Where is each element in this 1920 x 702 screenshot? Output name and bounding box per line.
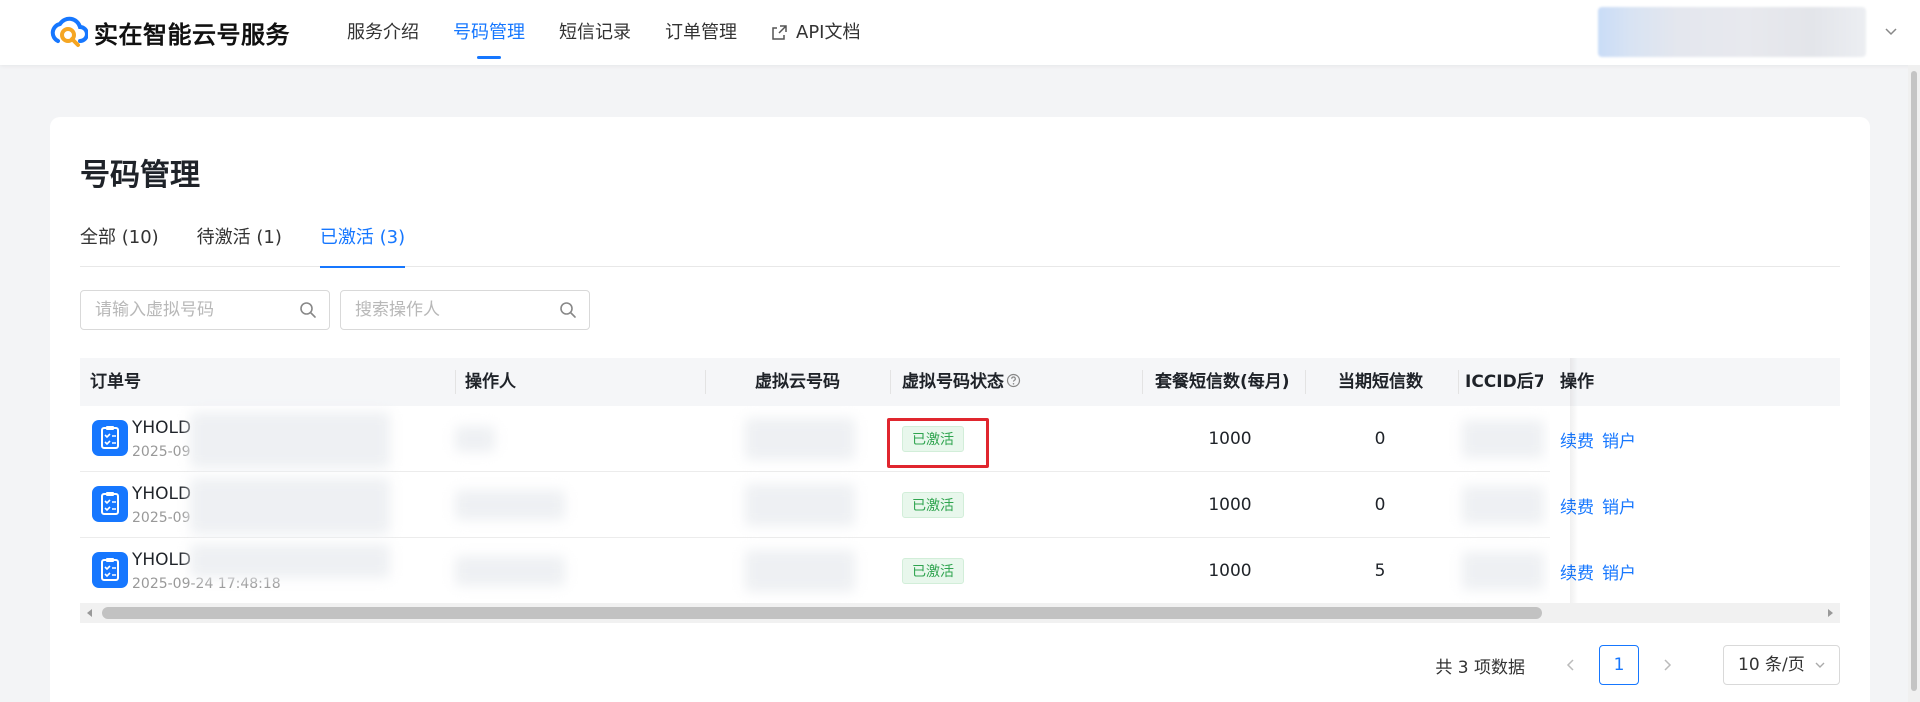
redacted-order-detail — [190, 412, 390, 468]
user-menu[interactable] — [1598, 7, 1897, 57]
order-time: 2025-09 — [132, 510, 191, 526]
cloud-logo-icon — [48, 15, 88, 49]
column-header-number-status: 虚拟号码状态 — [902, 358, 1082, 406]
user-info-redacted — [1598, 7, 1866, 57]
cancel-account-link[interactable]: 销户 — [1602, 427, 1636, 452]
order-clipboard-icon — [92, 420, 128, 456]
tab-pending[interactable]: 待激活 (1) — [197, 219, 282, 267]
column-header-current-sms: 当期短信数 — [1338, 372, 1423, 392]
scroll-left-arrow-icon[interactable] — [85, 608, 95, 618]
status-badge: 已激活 — [902, 492, 964, 518]
redacted-virtual-number — [745, 418, 855, 460]
page-number-current[interactable]: 1 — [1599, 645, 1639, 685]
column-header-iccid: ICCID后7位 — [1465, 372, 1543, 392]
order-number: YHOLD — [132, 550, 192, 570]
status-cell: 已激活 — [902, 538, 1102, 604]
current-sms-cell: 0 — [1374, 429, 1386, 449]
plan-sms-cell: 1000 — [1208, 429, 1252, 449]
column-header-virtual-number: 虚拟云号码 — [755, 372, 840, 392]
status-tabs: 全部 (10) 待激活 (1) 已激活 (3) — [80, 219, 1840, 268]
order-clipboard-icon — [92, 552, 128, 588]
tab-activated[interactable]: 已激活 (3) — [319, 219, 406, 268]
redacted-operator — [455, 426, 495, 452]
chevron-down-icon — [1813, 658, 1827, 672]
column-divider — [455, 370, 456, 394]
column-divider — [1305, 370, 1306, 394]
column-divider — [1142, 370, 1143, 394]
redacted-operator — [455, 490, 565, 520]
current-sms-cell: 5 — [1374, 561, 1386, 581]
column-divider — [1458, 370, 1459, 394]
external-link-icon — [771, 24, 788, 41]
redacted-iccid — [1462, 552, 1544, 590]
page-title: 号码管理 — [80, 158, 200, 193]
number-search-box — [80, 290, 330, 330]
order-time: 2025-09 — [132, 444, 191, 460]
fixed-column-shadow — [1570, 358, 1578, 604]
nav-item-service-intro[interactable]: 服务介绍 — [330, 0, 436, 65]
tab-all[interactable]: 全部 (10) — [80, 219, 159, 267]
status-cell: 已激活 — [902, 472, 1102, 538]
main-card: 号码管理 全部 (10) 待激活 (1) 已激活 (3) 订单号 操作人 虚拟云… — [50, 117, 1870, 702]
nav-item-api-docs[interactable]: API文档 — [754, 0, 877, 65]
table-horizontal-scrollbar[interactable] — [80, 603, 1840, 623]
scrollbar-thumb[interactable] — [102, 607, 1542, 619]
nav-item-sms-records[interactable]: 短信记录 — [542, 0, 648, 65]
next-page-icon[interactable] — [1651, 649, 1683, 681]
brand-logo[interactable]: 实在智能云号服务 — [48, 15, 290, 49]
chevron-down-icon — [1882, 22, 1900, 40]
main-nav: 服务介绍 号码管理 短信记录 订单管理 API文档 — [330, 0, 877, 65]
scroll-right-arrow-icon[interactable] — [1825, 608, 1835, 618]
nav-item-order-management[interactable]: 订单管理 — [648, 0, 754, 65]
column-header-operator: 操作人 — [465, 372, 516, 392]
redacted-iccid — [1462, 420, 1544, 458]
operator-search-box — [340, 290, 590, 330]
order-time: 2025-09-24 17:48:18 — [132, 576, 281, 592]
search-icon[interactable] — [299, 301, 317, 319]
column-divider — [890, 370, 891, 394]
redacted-operator — [455, 556, 565, 586]
brand-name: 实在智能云号服务 — [94, 20, 290, 49]
plan-sms-cell: 1000 — [1208, 561, 1252, 581]
plan-sms-cell: 1000 — [1208, 495, 1252, 515]
redacted-order-detail — [190, 544, 390, 578]
total-count: 共 3 项数据 — [1435, 657, 1525, 678]
help-circle-icon[interactable] — [1006, 373, 1021, 388]
status-cell: 已激活 — [902, 406, 1102, 472]
order-number: YHOLD — [132, 418, 192, 438]
cancel-account-link[interactable]: 销户 — [1602, 493, 1636, 518]
current-sms-cell: 0 — [1374, 495, 1386, 515]
page-vertical-scrollbar[interactable] — [1908, 65, 1920, 702]
status-badge: 已激活 — [902, 426, 964, 452]
number-search-input[interactable] — [95, 291, 295, 329]
page-size-value: 10 条/页 — [1738, 655, 1805, 675]
order-cell: YHOLD 2025-09 — [80, 406, 450, 472]
actions-cell: 续费 销户 — [1550, 538, 1840, 604]
column-header-order-no: 订单号 — [90, 372, 141, 392]
numbers-table: 订单号 操作人 虚拟云号码 虚拟号码状态 套餐短信数(每月) 当期短信数 ICC… — [80, 358, 1840, 628]
page-size-select[interactable]: 10 条/页 — [1723, 645, 1840, 685]
order-cell: YHOLD 2025-09-24 17:48:18 — [80, 538, 450, 604]
nav-item-number-management[interactable]: 号码管理 — [436, 0, 542, 65]
search-icon[interactable] — [559, 301, 577, 319]
actions-cell: 续费 销户 — [1550, 472, 1840, 538]
status-badge: 已激活 — [902, 558, 964, 584]
redacted-virtual-number — [745, 484, 855, 526]
pagination: 共 3 项数据 1 10 条/页 — [1435, 645, 1840, 685]
column-divider — [705, 370, 706, 394]
order-cell: YHOLD 2025-09 — [80, 472, 450, 538]
top-header: 实在智能云号服务 服务介绍 号码管理 短信记录 订单管理 API文档 — [0, 0, 1920, 65]
prev-page-icon[interactable] — [1555, 649, 1587, 681]
scrollbar-thumb[interactable] — [1911, 71, 1917, 691]
operator-search-input[interactable] — [355, 291, 555, 329]
redacted-iccid — [1462, 486, 1544, 524]
column-header-actions: 操作 — [1550, 358, 1670, 406]
column-header-plan-sms: 套餐短信数(每月) — [1155, 372, 1290, 392]
redacted-order-detail — [190, 478, 390, 534]
cancel-account-link[interactable]: 销户 — [1602, 559, 1636, 584]
actions-cell: 续费 销户 — [1550, 406, 1840, 472]
redacted-virtual-number — [745, 550, 855, 592]
order-number: YHOLD — [132, 484, 192, 504]
order-clipboard-icon — [92, 486, 128, 522]
